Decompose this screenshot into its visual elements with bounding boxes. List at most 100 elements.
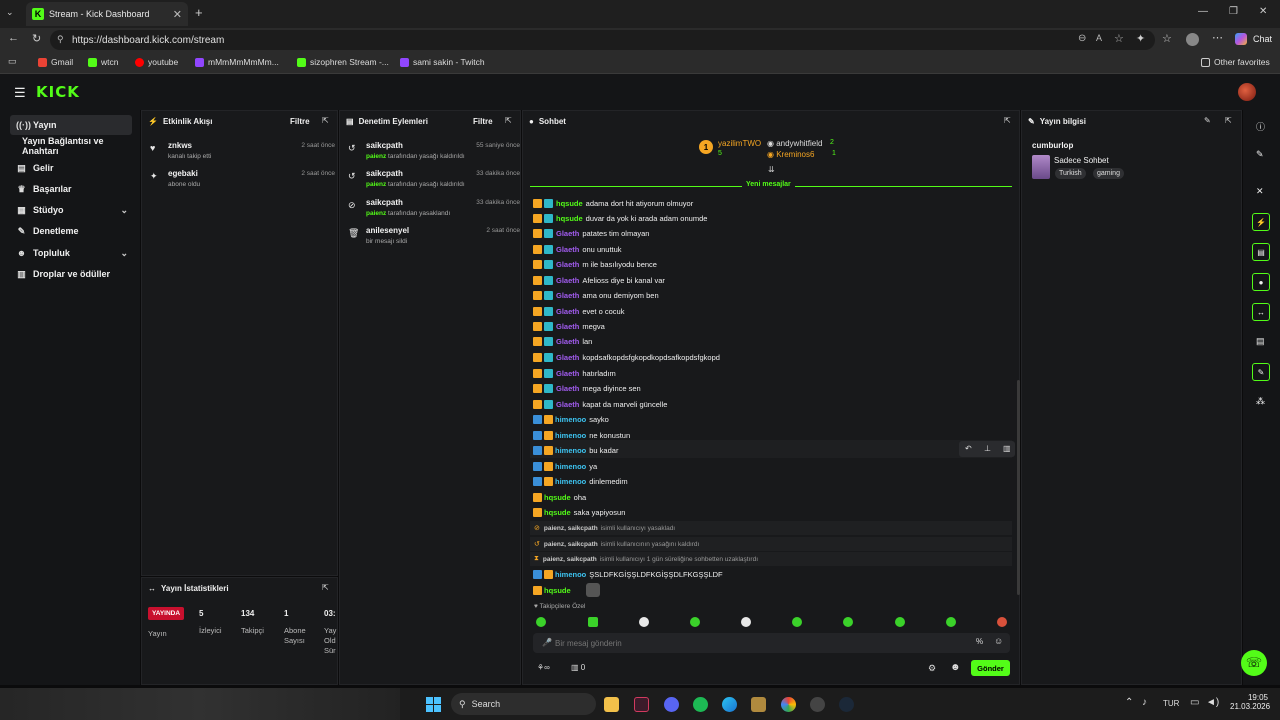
moderation-filter-button[interactable]: Filtre [473,117,493,126]
maximize-icon[interactable]: ❐ [1229,6,1238,17]
delete-icon[interactable]: ▥ [1003,444,1011,453]
emote-button[interactable] [639,617,649,627]
bookmark-twitch-1[interactable]: mMmMmMmMm... [195,57,279,67]
bookmark-twitch-2[interactable]: sami sakin - Twitch [400,57,485,67]
chat-message[interactable]: Glaeth evet o cocuk [533,304,624,318]
chevron-down-icon[interactable]: ⌄ [120,205,128,216]
emote-button[interactable] [792,617,802,627]
favorite-star-icon[interactable]: ☆ [1114,32,1124,45]
chat-message[interactable]: Glaeth patates tim olmayan [533,226,649,240]
popout-icon[interactable]: ⇱ [322,583,329,592]
popout-icon[interactable]: ⇱ [322,116,329,125]
edge-icon[interactable] [722,697,737,712]
chat-message[interactable]: Glaeth onu unuttuk [533,242,622,256]
chat-message[interactable]: himenoo bu kadar [533,443,618,457]
chat-message[interactable]: hqsude saka yapiyosun [533,505,625,519]
smiley-icon[interactable]: ☺ [994,636,1003,646]
top-user-name[interactable]: yazilimTWO [718,139,761,148]
points-display[interactable]: ▥ 0 [571,663,585,672]
microphone-icon[interactable]: ♪ [1142,697,1147,708]
profile-icon[interactable] [1186,33,1199,46]
tab-close-icon[interactable]: ✕ [173,8,182,21]
emote-button[interactable] [997,617,1007,627]
chat-message[interactable]: himenoo dinlemedim [533,474,628,488]
spotify-icon[interactable] [693,697,708,712]
more-icon[interactable]: ⋯ [1212,31,1223,44]
edit-icon[interactable]: ✎ [1204,116,1211,125]
pin-icon[interactable]: ⊥ [984,444,991,453]
zoom-icon[interactable]: ⊖ [1078,33,1086,44]
chat-message[interactable]: Glaeth mega diyince sen [533,381,641,395]
top-user-3[interactable]: ◉ Kreminos6 [767,150,814,159]
sidebar-item-studio[interactable]: ▦ Stüdyo ⌄ [10,200,132,220]
chat-scrollbar[interactable] [1017,380,1020,595]
hamburger-menu-icon[interactable]: ☰ [14,85,26,101]
tab-menu-icon[interactable]: ⌄ [6,7,14,18]
support-icon[interactable]: ☏ [1241,650,1267,676]
extensions-icon[interactable]: ✦ [1136,32,1145,45]
channel-points-icon[interactable]: ⚘∞ [537,663,550,672]
chat-message[interactable]: Glaeth hatırladım [533,366,616,380]
reply-icon[interactable]: ↶ [965,444,972,453]
chat-message[interactable]: Glaeth megva [533,319,605,333]
chevron-up-icon[interactable]: ⌃ [1125,697,1133,708]
info-icon[interactable]: ⓘ [1256,120,1265,133]
discord-icon[interactable] [664,697,679,712]
network-icon[interactable]: ▭ [1190,697,1199,708]
sidebar-item-community[interactable]: ☻ Topluluk ⌄ [10,243,132,263]
chrome-icon[interactable] [781,697,796,712]
chat-message[interactable]: himenoo ya [533,459,597,473]
back-icon[interactable]: ← [8,32,19,44]
lightning-icon[interactable]: ⚡ [1252,213,1270,231]
emote-button[interactable] [843,617,853,627]
sidebar-item-revenue[interactable]: ▤ Gelir [10,158,132,178]
user-avatar[interactable] [1238,83,1256,101]
language-indicator[interactable]: TUR [1163,699,1179,708]
app-icon[interactable] [634,697,649,712]
site-info-icon[interactable]: ⚲ [57,34,64,45]
collapse-icon[interactable]: ⇊ [768,165,775,174]
pencil-icon[interactable]: ✎ [1256,149,1264,160]
windows-start-icon[interactable] [426,697,441,712]
chat-message[interactable]: himenoo sayko [533,412,609,426]
chat-settings-icon[interactable]: ⚙ [928,663,936,674]
signal-icon[interactable]: ↔ [1252,303,1270,321]
taskbar-search[interactable]: ⚲ Search [451,693,596,715]
tools-icon[interactable]: ✕ [1256,186,1264,197]
chat-input-box[interactable]: 🎤 % ☺ [533,633,1010,653]
share-icon[interactable]: ⁂ [1256,396,1265,407]
app-icon[interactable] [810,697,825,712]
send-button[interactable]: Gönder [971,660,1010,676]
emote-picker-icon[interactable]: % [976,637,983,646]
emote-button[interactable] [536,617,546,627]
bookmark-kick-stream[interactable]: sizophren Stream -... [297,57,389,67]
refresh-icon[interactable]: ↻ [32,32,41,45]
wrench-icon[interactable]: ✎ [1252,363,1270,381]
read-aloud-icon[interactable]: A [1096,33,1102,43]
popout-icon[interactable]: ⇱ [1004,116,1011,125]
bookmark-gmail[interactable]: Gmail [38,57,73,67]
tag-pill[interactable]: gaming [1093,168,1124,179]
bookmark-wtcn[interactable]: wtcn [88,57,118,67]
url-field[interactable]: ⚲ https://dashboard.kick.com/stream ⊖ A … [50,30,1155,50]
emote-button[interactable] [690,617,700,627]
steam-icon[interactable] [839,697,854,712]
chat-message[interactable]: Glaeth kopdsafkopdsfgkopdkopdsafkopdsfgko… [533,350,720,364]
layout-icon[interactable]: ▤ [1256,336,1265,347]
chevron-down-icon[interactable]: ⌄ [120,248,128,259]
clipboard-icon[interactable]: ▤ [1252,243,1270,261]
emote-button[interactable] [741,617,751,627]
chat-message[interactable]: hqsude [533,583,600,597]
emote-button[interactable] [895,617,905,627]
chat-message[interactable]: hqsude adama dort hit atiyorum olmuyor [533,196,693,210]
other-favorites[interactable]: Other favorites [1201,57,1270,67]
chat-button[interactable]: Chat [1253,34,1272,44]
favorites-icon[interactable]: ☆ [1162,32,1172,45]
sidebar-item-drops[interactable]: ▥ Droplar ve ödüller [10,264,132,284]
sidebar-toggle-icon[interactable]: ▭ [8,56,17,67]
emote-button[interactable] [588,617,598,627]
chat-message[interactable]: Glaeth Afelioss diye bi kanal var [533,273,665,287]
window-close-icon[interactable]: ✕ [1259,6,1267,17]
volume-icon[interactable]: ◄) [1206,697,1219,708]
chat-message[interactable]: hqsude oha [533,490,586,504]
